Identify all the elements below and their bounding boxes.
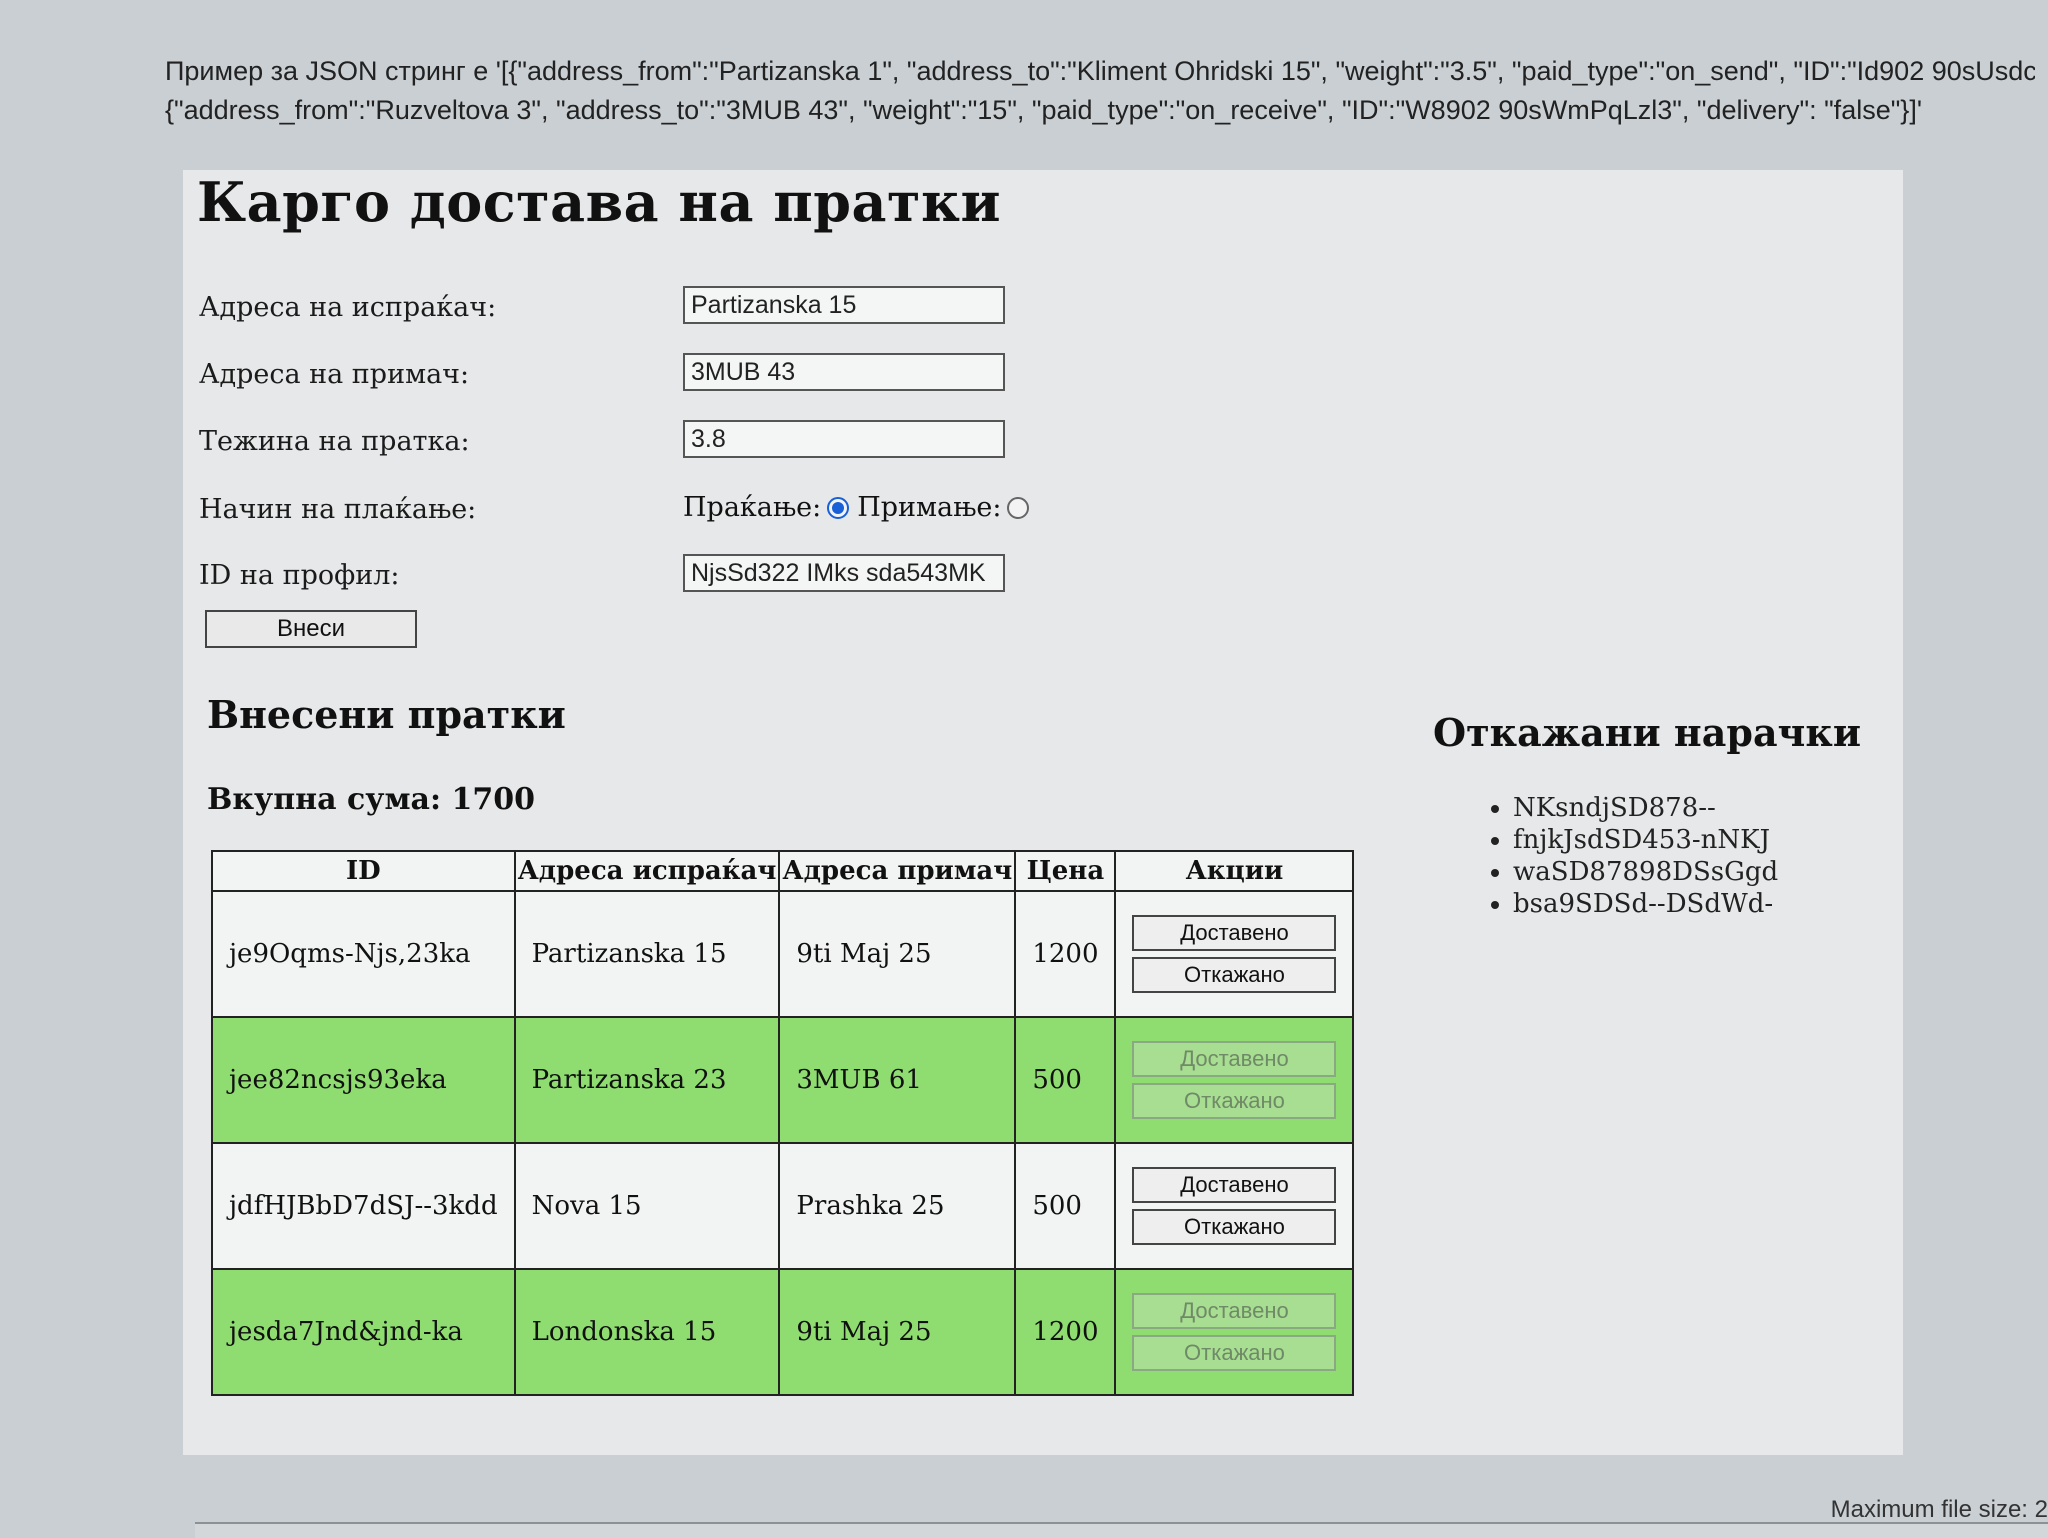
list-item: waSD87898DSsGgd xyxy=(1513,856,1778,888)
payment-method-label: Начин на плаќање: xyxy=(199,494,477,525)
column-header-id: ID xyxy=(211,850,516,892)
submit-button[interactable]: Внеси xyxy=(205,610,417,648)
column-header-receiver: Адреса примач xyxy=(778,850,1017,892)
list-item: bsa9SDSd--DSdWd- xyxy=(1513,888,1778,920)
order-sender-cell: Partizanska 15 xyxy=(513,890,781,1018)
receiver-address-input[interactable]: 3MUB 43 xyxy=(683,353,1005,391)
table-row: je9Oqms-Njs,23ka Partizanska 15 9ti Maj … xyxy=(211,890,1355,1018)
order-actions-cell: Доставено Откажано xyxy=(1114,1142,1355,1270)
cancelled-section-title: Откажани нарачки xyxy=(1433,710,1862,755)
order-actions-cell: Доставено Откажано xyxy=(1114,1268,1355,1396)
sender-address-row: Адреса на испраќач: Partizanska 15 xyxy=(199,286,1019,330)
weight-row: Тежина на пратка: 3.8 xyxy=(199,420,1019,464)
mark-delivered-button[interactable]: Доставено xyxy=(1132,915,1337,951)
profile-id-row: ID на профил: NjsSd322 IMks sda543MK xyxy=(199,554,1019,598)
order-sender-cell: Nova 15 xyxy=(513,1142,781,1270)
order-receiver-cell: 9ti Maj 25 xyxy=(778,890,1017,1018)
order-id-cell: je9Oqms-Njs,23ka xyxy=(211,890,516,1018)
payment-method-radio-group: Праќање: Примање: xyxy=(683,492,1037,523)
receiver-address-row: Адреса на примач: 3MUB 43 xyxy=(199,353,1019,397)
order-sender-cell: Partizanska 23 xyxy=(513,1016,781,1144)
main-panel: Карго достава на пратки Адреса на испраќ… xyxy=(183,170,1903,1455)
json-example-line-1: Пример за JSON стринг е '[{"address_from… xyxy=(165,56,2035,86)
order-price-cell: 1200 xyxy=(1014,1268,1117,1396)
orders-total: Вкупна сума: 1700 xyxy=(207,782,536,817)
order-id-cell: jesda7Jnd&jnd-ka xyxy=(211,1268,516,1396)
mark-cancelled-button[interactable]: Откажано xyxy=(1132,1335,1337,1371)
column-header-sender: Адреса испраќач xyxy=(513,850,781,892)
json-example-line-2: {"address_from":"Ruzveltova 3", "address… xyxy=(165,95,1922,125)
order-id-cell: jee82ncsjs93eka xyxy=(211,1016,516,1144)
payment-receive-label: Примање: xyxy=(857,492,1002,523)
json-example-note: Пример за JSON стринг е '[{"address_from… xyxy=(165,52,2035,130)
order-receiver-cell: 3MUB 61 xyxy=(778,1016,1017,1144)
max-file-size-note: Maximum file size: 2 xyxy=(1830,1496,2048,1523)
orders-table-header: ID Адреса испраќач Адреса примач Цена Ак… xyxy=(211,850,1355,892)
profile-id-input[interactable]: NjsSd322 IMks sda543MK xyxy=(683,554,1005,592)
order-receiver-cell: Prashka 25 xyxy=(778,1142,1017,1270)
order-price-cell: 1200 xyxy=(1014,890,1117,1018)
weight-input[interactable]: 3.8 xyxy=(683,420,1005,458)
mark-cancelled-button[interactable]: Откажано xyxy=(1132,1209,1337,1245)
table-row: jdfHJBbD7dSJ--3kdd Nova 15 Prashka 25 50… xyxy=(211,1142,1355,1270)
page-title: Карго достава на пратки xyxy=(197,170,1002,234)
column-header-price: Цена xyxy=(1014,850,1117,892)
order-actions-cell: Доставено Откажано xyxy=(1114,890,1355,1018)
list-item: NKsndjSD878-- xyxy=(1513,792,1778,824)
order-sender-cell: Londonska 15 xyxy=(513,1268,781,1396)
mark-cancelled-button[interactable]: Откажано xyxy=(1132,1083,1337,1119)
order-price-cell: 500 xyxy=(1014,1016,1117,1144)
mark-delivered-button[interactable]: Доставено xyxy=(1132,1041,1337,1077)
table-row: jesda7Jnd&jnd-ka Londonska 15 9ti Maj 25… xyxy=(211,1268,1355,1396)
profile-id-label: ID на профил: xyxy=(199,560,400,591)
order-id-cell: jdfHJBbD7dSJ--3kdd xyxy=(211,1142,516,1270)
payment-send-radio[interactable] xyxy=(827,496,850,519)
column-header-actions: Акции xyxy=(1114,850,1355,892)
sender-address-label: Адреса на испраќач: xyxy=(199,292,497,323)
orders-table: ID Адреса испраќач Адреса примач Цена Ак… xyxy=(211,850,1355,1396)
receiver-address-label: Адреса на примач: xyxy=(199,359,470,390)
mark-delivered-button[interactable]: Доставено xyxy=(1132,1167,1337,1203)
sender-address-input[interactable]: Partizanska 15 xyxy=(683,286,1005,324)
mark-delivered-button[interactable]: Доставено xyxy=(1132,1293,1337,1329)
table-row: jee82ncsjs93eka Partizanska 23 3MUB 61 5… xyxy=(211,1016,1355,1144)
order-price-cell: 500 xyxy=(1014,1142,1117,1270)
mark-cancelled-button[interactable]: Откажано xyxy=(1132,957,1337,993)
payment-receive-radio[interactable] xyxy=(1007,496,1030,519)
weight-label: Тежина на пратка: xyxy=(199,426,470,457)
order-receiver-cell: 9ti Maj 25 xyxy=(778,1268,1017,1396)
orders-section-title: Внесени пратки xyxy=(207,692,566,737)
payment-send-label: Праќање: xyxy=(683,492,822,523)
payment-method-row: Начин на плаќање: Праќање: Примање: xyxy=(199,488,1030,532)
list-item: fnjkJsdSD453-nNKJ xyxy=(1513,824,1778,856)
order-actions-cell: Доставено Откажано xyxy=(1114,1016,1355,1144)
cancelled-orders-list: NKsndjSD878-- fnjkJsdSD453-nNKJ waSD8789… xyxy=(1473,792,1778,920)
